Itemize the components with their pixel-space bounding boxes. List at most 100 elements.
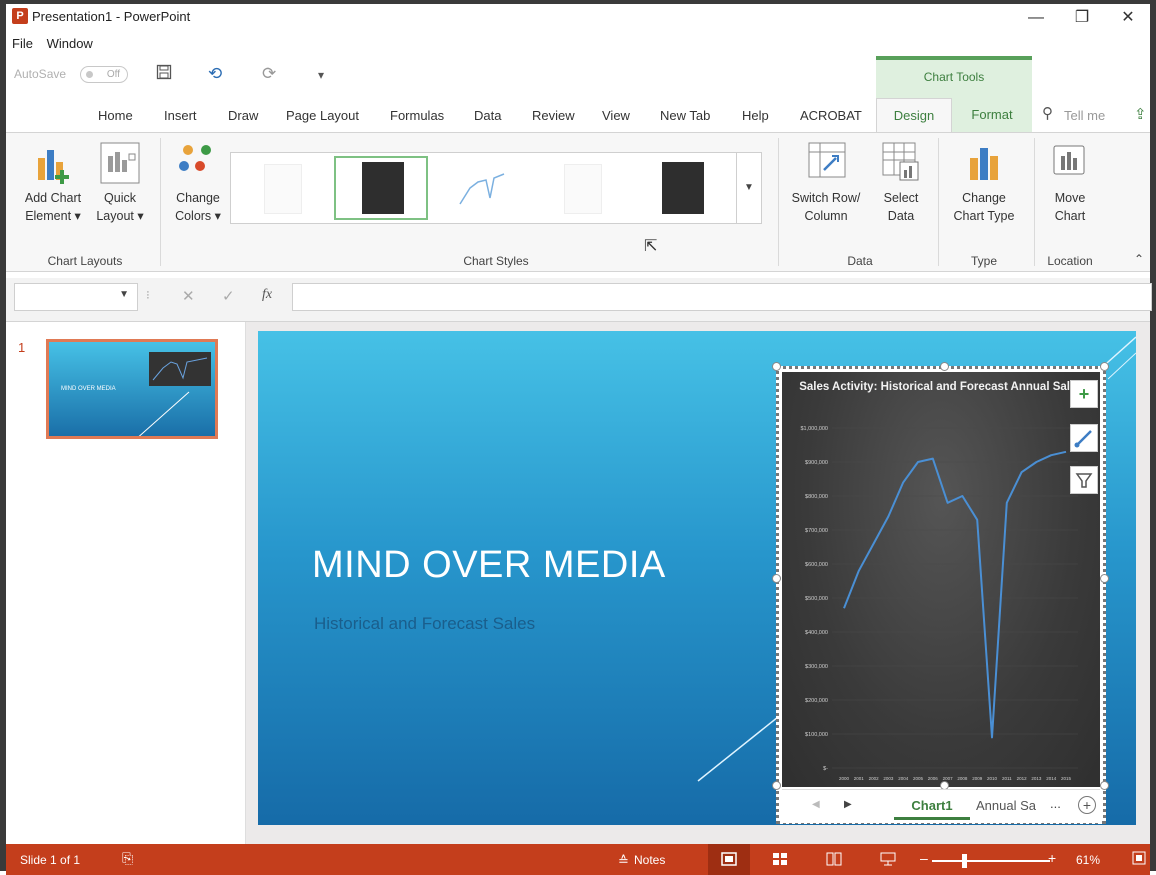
y-tick-label: $100,000: [805, 732, 828, 738]
add-chart-element-button[interactable]: Add Chart Element ▾: [20, 142, 86, 254]
zoom-slider-track[interactable]: [932, 860, 1050, 862]
close-button[interactable]: ✕: [1108, 6, 1148, 32]
move-chart-button[interactable]: Move Chart: [1040, 142, 1100, 254]
chart-title[interactable]: Sales Activity: Historical and Forecast …: [796, 380, 1086, 395]
tab-data[interactable]: Data: [474, 108, 501, 123]
save-icon[interactable]: [156, 64, 172, 85]
slide-title[interactable]: MIND OVER MEDIA: [312, 544, 666, 587]
zoom-slider-thumb[interactable]: [962, 854, 967, 868]
notes-icon[interactable]: ≙: [618, 853, 629, 869]
normal-view-button[interactable]: [708, 844, 750, 875]
x-tick-label: 2008: [957, 776, 968, 781]
gallery-more-button[interactable]: ▼: [736, 153, 761, 223]
add-chart-element-icon: [38, 150, 69, 184]
chart-style-4[interactable]: [534, 156, 628, 220]
add-sheet-icon[interactable]: +: [1078, 796, 1096, 814]
name-box-dropdown-icon[interactable]: ▼: [119, 289, 129, 300]
x-tick-label: 2010: [987, 776, 998, 781]
resize-handle-bottom-right[interactable]: [1100, 781, 1109, 790]
autosave-toggle[interactable]: Off: [80, 66, 128, 83]
tab-acrobat[interactable]: ACROBAT: [800, 108, 862, 123]
series-line[interactable]: [843, 450, 1067, 739]
reading-view-icon[interactable]: [826, 852, 842, 871]
chart-filters-button[interactable]: [1070, 466, 1098, 494]
formula-input[interactable]: [292, 283, 1152, 311]
resize-handle-top-right[interactable]: [1100, 362, 1109, 371]
tab-review[interactable]: Review: [532, 108, 575, 123]
x-tick-label: 2009: [972, 776, 983, 781]
select-data-label-1: Select: [883, 191, 919, 205]
slide-counter: Slide 1 of 1: [20, 853, 81, 867]
name-box[interactable]: ▼: [14, 283, 138, 311]
tab-view[interactable]: View: [602, 108, 630, 123]
y-tick-label: $800,000: [805, 494, 828, 500]
slideshow-icon[interactable]: [880, 851, 896, 872]
customize-qat-icon[interactable]: ▾: [318, 68, 324, 82]
chart-style-2[interactable]: [334, 156, 428, 220]
group-separator: [778, 138, 779, 266]
change-chart-type-icon: [970, 148, 998, 180]
switch-row-column-label-1: Switch Row/: [791, 191, 861, 205]
move-chart-label-1: Move: [1054, 191, 1086, 205]
tab-draw[interactable]: Draw: [228, 108, 258, 123]
add-chart-element-label-2: Element ▾: [25, 209, 81, 223]
undo-icon[interactable]: ⟲: [208, 64, 222, 84]
chart-styles-button[interactable]: [1070, 424, 1098, 452]
switch-row-column-button[interactable]: Switch Row/ Column: [786, 142, 866, 254]
chart-style-3[interactable]: [434, 156, 528, 220]
tab-new-tab[interactable]: New Tab: [660, 108, 710, 123]
autosave-label: AutoSave: [14, 67, 67, 81]
chart-style-1[interactable]: [234, 156, 328, 220]
menu-window[interactable]: Window: [47, 36, 93, 51]
chart-elements-button[interactable]: +: [1070, 380, 1098, 408]
redo-icon[interactable]: ⟳: [262, 64, 276, 84]
insert-function-icon[interactable]: fx: [262, 287, 272, 303]
slide-subtitle[interactable]: Historical and Forecast Sales: [314, 614, 535, 634]
notes-button[interactable]: Notes: [634, 853, 665, 867]
x-tick-label: 2014: [1046, 776, 1057, 781]
zoom-out-icon[interactable]: –: [920, 850, 928, 866]
menu-file[interactable]: File: [12, 36, 33, 51]
change-chart-type-button[interactable]: Change Chart Type: [944, 142, 1024, 254]
tab-insert[interactable]: Insert: [164, 108, 197, 123]
slide-thumbnail[interactable]: MIND OVER MEDIA: [46, 339, 218, 439]
resize-handle-right[interactable]: [1100, 574, 1109, 583]
chart-style-5[interactable]: [634, 156, 728, 220]
spellcheck-icon[interactable]: ⎘: [122, 850, 133, 867]
formula-cancel-icon[interactable]: ✕: [182, 287, 195, 305]
next-sheet-icon[interactable]: ▶: [844, 799, 852, 810]
share-icon[interactable]: ⇪: [1134, 105, 1147, 123]
quick-layout-icon: [100, 142, 140, 184]
lightbulb-search-icon[interactable]: ⚲: [1042, 104, 1053, 122]
chart-plot-area[interactable]: $1,000,000 $900,000 $800,000 $700,000 $600,0…: [782, 372, 1100, 787]
fit-slide-icon[interactable]: [1132, 851, 1146, 870]
resize-handle-top-left[interactable]: [772, 362, 781, 371]
quick-layout-button[interactable]: Quick Layout ▾: [90, 142, 150, 254]
change-colors-button[interactable]: Change Colors ▾: [168, 142, 228, 254]
tab-design[interactable]: Design: [876, 98, 952, 132]
tell-me-input[interactable]: Tell me: [1064, 108, 1105, 123]
minimize-button[interactable]: —: [1016, 6, 1056, 32]
resize-handle-left[interactable]: [772, 574, 781, 583]
tab-help[interactable]: Help: [742, 108, 769, 123]
mouse-cursor-icon: ⇱: [644, 238, 658, 255]
zoom-level[interactable]: 61%: [1076, 853, 1100, 867]
zoom-in-icon[interactable]: +: [1048, 850, 1056, 866]
tab-home[interactable]: Home: [98, 108, 133, 123]
more-sheets-button[interactable]: ...: [1050, 796, 1061, 811]
collapse-ribbon-icon[interactable]: ⌃: [1134, 252, 1144, 266]
menu-bar: File Window: [12, 36, 103, 51]
sheet-tab-chart1[interactable]: Chart1: [894, 794, 970, 820]
select-data-button[interactable]: Select Data: [868, 142, 934, 254]
prev-sheet-icon[interactable]: ◀: [812, 799, 820, 810]
resize-handle-top[interactable]: [940, 362, 949, 371]
paintbrush-icon: [1074, 430, 1092, 448]
restore-button[interactable]: ❐: [1062, 6, 1102, 32]
tab-page-layout[interactable]: Page Layout: [286, 108, 359, 123]
tab-formulas[interactable]: Formulas: [390, 108, 444, 123]
formula-enter-icon[interactable]: ✓: [222, 287, 235, 305]
slide-sorter-icon[interactable]: [772, 852, 788, 871]
tab-format[interactable]: Format: [952, 98, 1032, 132]
resize-handle-bottom-left[interactable]: [772, 781, 781, 790]
sheet-tab-annual-sales[interactable]: Annual Sa: [976, 798, 1036, 813]
